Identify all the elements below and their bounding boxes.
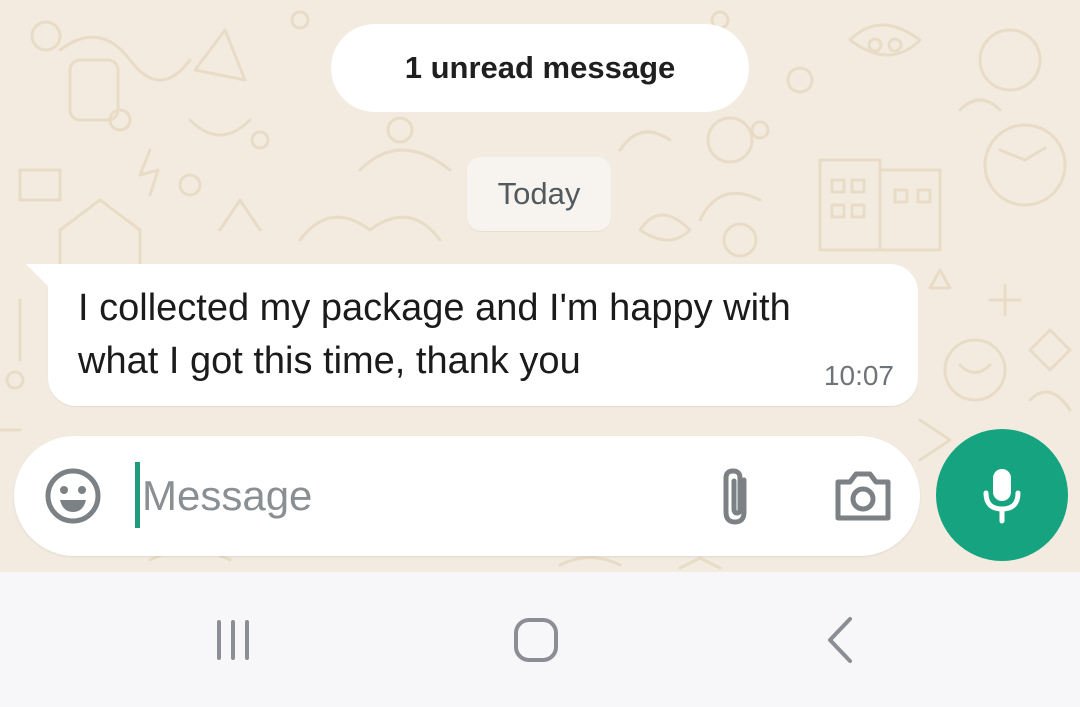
recents-button[interactable]: [193, 610, 273, 670]
unread-label: 1 unread message: [404, 50, 676, 85]
home-icon: [514, 618, 558, 662]
recents-icon: [217, 620, 249, 660]
unread-messages-banner: 1 unread message: [331, 24, 749, 112]
camera-icon[interactable]: [832, 470, 894, 522]
message-composer: [14, 436, 920, 556]
attach-icon[interactable]: [714, 466, 760, 530]
incoming-message-bubble[interactable]: I collected my package and I'm happy wit…: [48, 264, 918, 406]
back-button[interactable]: [800, 610, 880, 670]
microphone-icon: [983, 469, 1021, 524]
system-navigation-bar: [0, 572, 1080, 707]
message-input[interactable]: [142, 458, 682, 534]
voice-record-button[interactable]: [936, 429, 1068, 561]
message-timestamp: 10:07: [823, 360, 894, 391]
home-button[interactable]: [496, 610, 576, 670]
text-cursor: [135, 462, 140, 528]
back-icon: [828, 617, 852, 663]
message-text: I collected my package and I'm happy wit…: [78, 287, 791, 382]
emoji-icon[interactable]: [44, 467, 102, 525]
date-divider-label: Today: [497, 176, 581, 211]
date-divider: Today: [467, 157, 611, 231]
